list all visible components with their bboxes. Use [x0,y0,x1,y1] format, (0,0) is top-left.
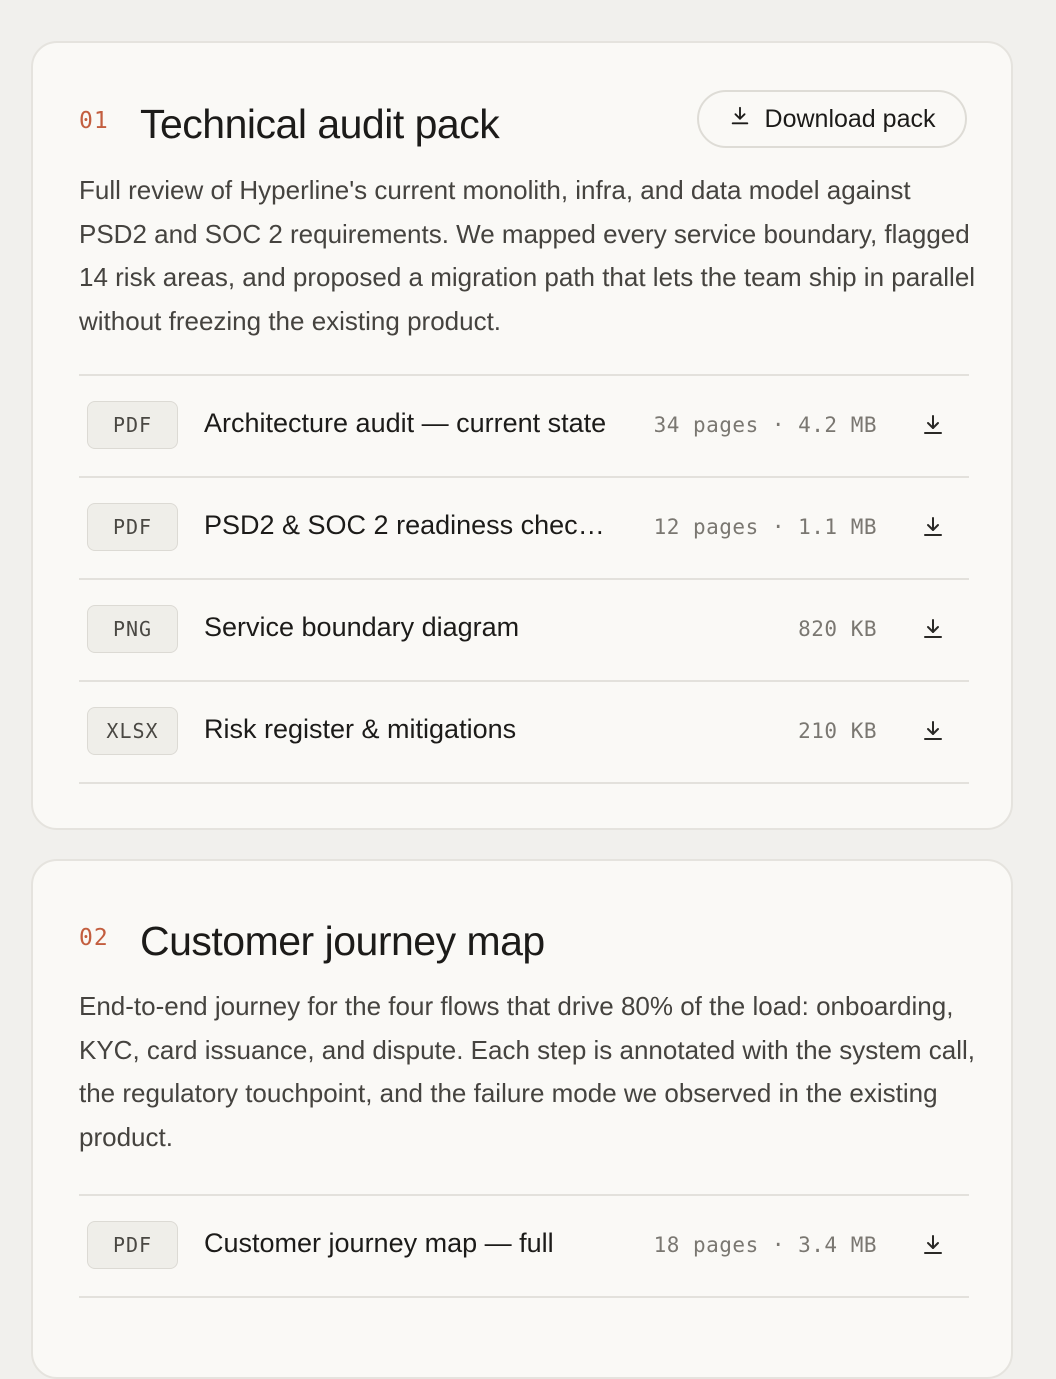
file-type-badge: XLSX [87,707,178,755]
download-icon[interactable] [921,413,945,437]
download-pack-button[interactable]: Download pack [697,90,967,148]
section-number: 02 [79,925,109,951]
file-name: Architecture audit — current state [204,408,607,438]
section-header: 02 Customer journey map [79,861,965,991]
file-row[interactable]: PDF Customer journey map — full 18 pages… [79,1196,969,1298]
file-meta: 12 pages · 1.1 MB [653,515,877,539]
file-name: Customer journey map — full [204,1228,554,1258]
file-name: PSD2 & SOC 2 readiness checklist [204,510,614,540]
section-header: 01 Technical audit pack Download pack [79,43,967,173]
file-row[interactable]: XLSX Risk register & mitigations 210 KB [79,682,969,784]
file-row[interactable]: PDF PSD2 & SOC 2 readiness checklist 12 … [79,478,969,580]
file-list: PDF Architecture audit — current state 3… [79,374,969,784]
file-name: Service boundary diagram [204,612,520,642]
file-meta: 34 pages · 4.2 MB [653,413,877,437]
file-meta: 210 KB [798,719,877,743]
file-name: Risk register & mitigations [204,714,517,744]
section-title: Customer journey map [140,918,545,964]
file-type-badge: PDF [87,503,178,551]
download-icon[interactable] [921,617,945,641]
download-icon[interactable] [921,719,945,743]
section-number: 01 [79,108,109,134]
download-pack-label: Download pack [764,104,936,133]
file-meta: 820 KB [798,617,877,641]
section-title: Technical audit pack [140,101,500,147]
section-card-technical-audit: 01 Technical audit pack Download pack Fu… [31,41,1013,830]
download-icon[interactable] [921,1233,945,1257]
file-type-badge: PDF [87,401,178,449]
download-icon [729,105,751,134]
section-description: End-to-end journey for the four flows th… [79,991,976,1153]
download-icon[interactable] [921,515,945,539]
file-list: PDF Customer journey map — full 18 pages… [79,1194,969,1298]
section-description: Full review of Hyperline's current monol… [79,175,976,337]
file-row[interactable]: PDF Architecture audit — current state 3… [79,376,969,478]
file-type-badge: PNG [87,605,178,653]
section-card-customer-journey: 02 Customer journey map End-to-end journ… [31,859,1013,1379]
file-row[interactable]: PNG Service boundary diagram 820 KB [79,580,969,682]
file-meta: 18 pages · 3.4 MB [653,1233,877,1257]
file-type-badge: PDF [87,1221,178,1269]
